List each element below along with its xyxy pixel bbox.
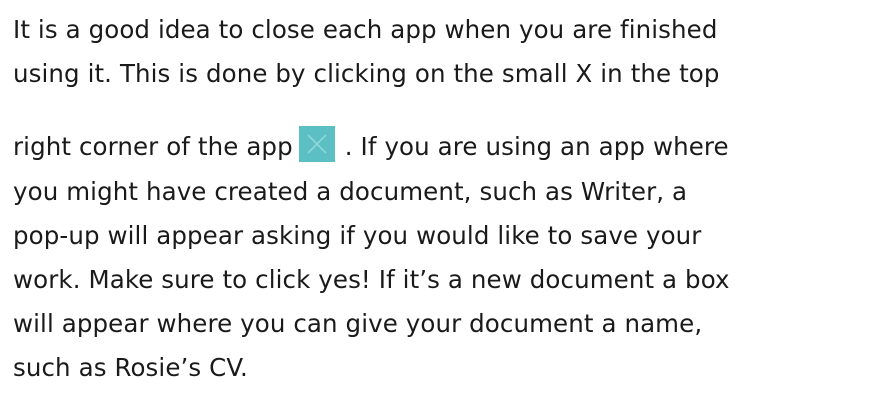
text-line-4: you might have created a document, such … (13, 177, 688, 206)
text-line-3-end: . If you are using an app where (344, 132, 729, 161)
text-line-2: using it. This is done by clicking on th… (13, 59, 720, 88)
text-line-7: will appear where you can give your docu… (13, 309, 703, 338)
text-line-5: pop-up will appear asking if you would l… (13, 221, 702, 250)
text-line-3-start: right corner of the app (13, 132, 293, 161)
text-line-6: work. Make sure to click yes! If it’s a … (13, 265, 730, 294)
text-line-1: It is a good idea to close each app when… (13, 15, 718, 44)
close-x-icon (298, 126, 335, 162)
instruction-paragraph: It is a good idea to close each app when… (13, 8, 879, 390)
text-line-8: such as Rosie’s CV. (13, 353, 248, 382)
text-line-3: right corner of the app . If you are usi… (13, 96, 879, 170)
